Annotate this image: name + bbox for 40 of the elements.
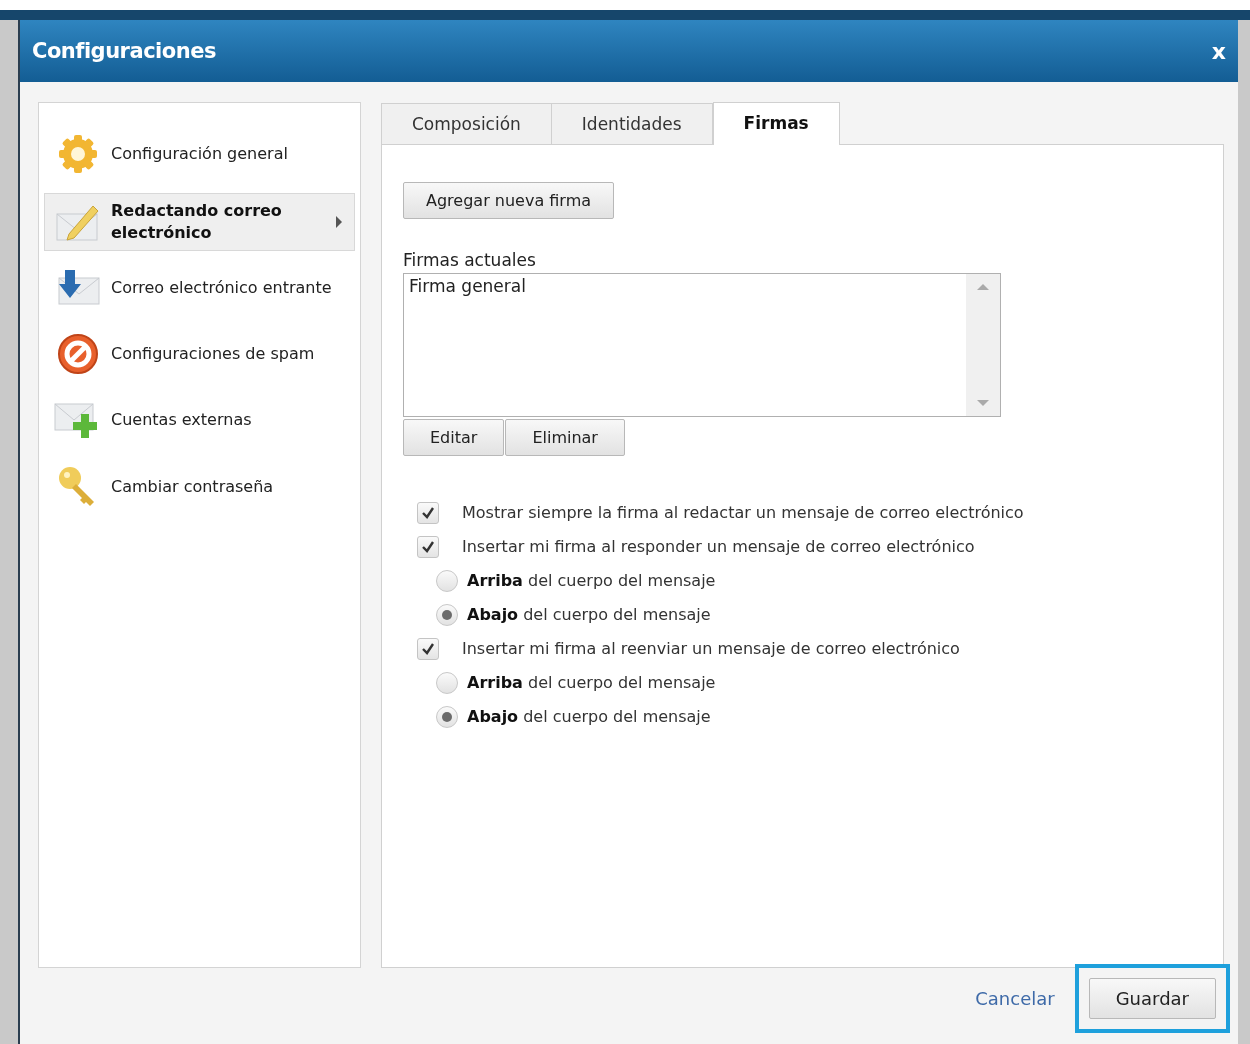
list-item[interactable]: Firma general bbox=[409, 276, 961, 296]
cancel-link[interactable]: Cancelar bbox=[975, 988, 1055, 1009]
option-label: Abajo del cuerpo del mensaje bbox=[467, 706, 711, 728]
checkmark-icon bbox=[421, 506, 435, 520]
option-label: Abajo del cuerpo del mensaje bbox=[467, 604, 711, 626]
add-signature-button[interactable]: Agregar nueva firma bbox=[403, 182, 615, 219]
radio-button[interactable] bbox=[436, 706, 458, 728]
checkmark-icon bbox=[421, 642, 435, 656]
option-label: Insertar mi firma al responder un mensaje de correo electrónico bbox=[462, 536, 975, 558]
option-label: Arriba del cuerpo del mensaje bbox=[467, 672, 716, 694]
sidebar-item[interactable]: Redactando correo electrónico bbox=[44, 193, 355, 251]
window-title: Configuraciones bbox=[32, 39, 216, 63]
radio-button[interactable] bbox=[436, 672, 458, 694]
signature-list[interactable]: Firma general bbox=[403, 273, 1001, 417]
tab[interactable]: Firmas bbox=[712, 102, 840, 145]
sidebar-item[interactable]: Cuentas externas bbox=[44, 393, 355, 447]
checkbox[interactable] bbox=[417, 638, 439, 660]
option-label: Arriba del cuerpo del mensaje bbox=[467, 570, 716, 592]
sidebar-item[interactable]: Cambiar contraseña bbox=[44, 457, 355, 517]
caret-icon bbox=[336, 216, 342, 228]
checkbox[interactable] bbox=[417, 502, 439, 524]
sidebar-item[interactable]: Configuración general bbox=[44, 125, 355, 183]
field-label: Firmas actuales bbox=[403, 250, 537, 270]
option-label: Mostrar siempre la firma al redactar un mensaje de correo electrónico bbox=[462, 502, 1024, 524]
radio-button[interactable] bbox=[436, 604, 458, 626]
save-button[interactable]: Guardar bbox=[1088, 978, 1216, 1019]
tab[interactable]: Composición bbox=[381, 103, 552, 144]
sidebar-item[interactable]: Correo electrónico entrante bbox=[44, 261, 355, 315]
option-label: Insertar mi firma al reenviar un mensaje de correo electrónico bbox=[462, 638, 960, 660]
gear-icon bbox=[56, 132, 100, 176]
no-entry-icon bbox=[56, 332, 100, 376]
envelope-download-icon bbox=[55, 268, 101, 308]
checkbox[interactable] bbox=[417, 536, 439, 558]
radio-button[interactable] bbox=[436, 570, 458, 592]
close-button[interactable]: x bbox=[1211, 38, 1226, 64]
tab[interactable]: Identidades bbox=[551, 103, 713, 144]
checkmark-icon bbox=[421, 540, 435, 554]
sidebar-item[interactable]: Configuraciones de spam bbox=[44, 325, 355, 383]
edit-button[interactable]: Editar bbox=[403, 419, 505, 456]
delete-button[interactable]: Eliminar bbox=[505, 419, 625, 456]
